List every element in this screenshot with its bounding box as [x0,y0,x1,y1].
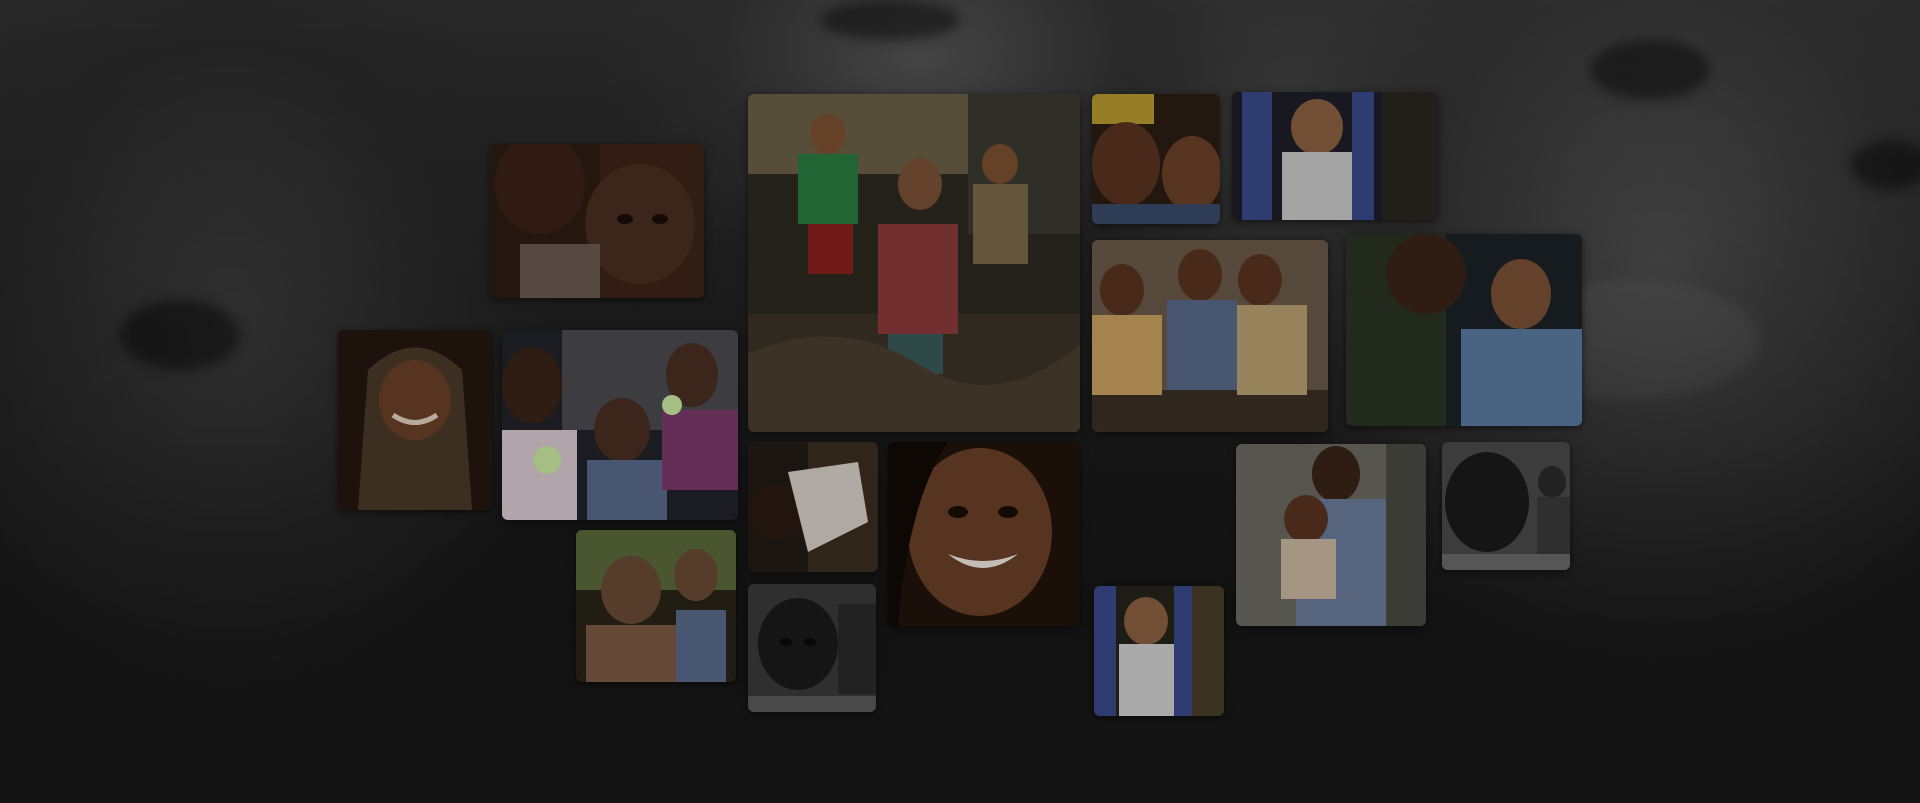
photo-three-children-wall[interactable] [1092,240,1328,432]
photo-woman-headscarf-smiling[interactable] [338,330,492,510]
photo-toddler-hammock-small-image [1094,586,1224,716]
photo-children-straw-hut-image [748,94,1080,432]
photo-toddler-hammock-small[interactable] [1094,586,1224,716]
photo-child-bw-portrait[interactable] [1442,442,1570,570]
photo-smiling-girl-closeup[interactable] [888,442,1080,626]
photo-two-children-portrait-image [490,144,704,298]
photo-children-straw-hut[interactable] [748,94,1080,432]
photo-baby-bw-portrait-image [748,584,876,712]
photo-boy-blue-shirt[interactable] [1346,234,1582,426]
photo-man-and-child-image [576,530,736,682]
photo-woman-headscarf-smiling-image [338,330,492,510]
photo-boy-blue-shirt-image [1346,234,1582,426]
photo-girl-yellow-headscarf[interactable] [1092,94,1220,224]
photo-child-bw-portrait-image [1442,442,1570,570]
photo-collage-hero [0,0,1920,803]
photo-baby-bw-portrait[interactable] [748,584,876,712]
photo-child-sleeping[interactable] [748,442,878,572]
photo-man-and-child[interactable] [576,530,736,682]
photo-smiling-girl-closeup-image [888,442,1080,626]
photo-mother-holding-child[interactable] [1236,444,1426,626]
photo-two-children-portrait[interactable] [490,144,704,298]
photo-girl-yellow-headscarf-image [1092,94,1220,224]
photo-children-eating-fruit-image [502,330,738,520]
photo-mother-holding-child-image [1236,444,1426,626]
photo-child-sleeping-image [748,442,878,572]
photo-three-children-wall-image [1092,240,1328,432]
photo-toddler-hammock-image [1232,92,1438,220]
photo-toddler-hammock[interactable] [1232,92,1438,220]
photo-children-eating-fruit[interactable] [502,330,738,520]
